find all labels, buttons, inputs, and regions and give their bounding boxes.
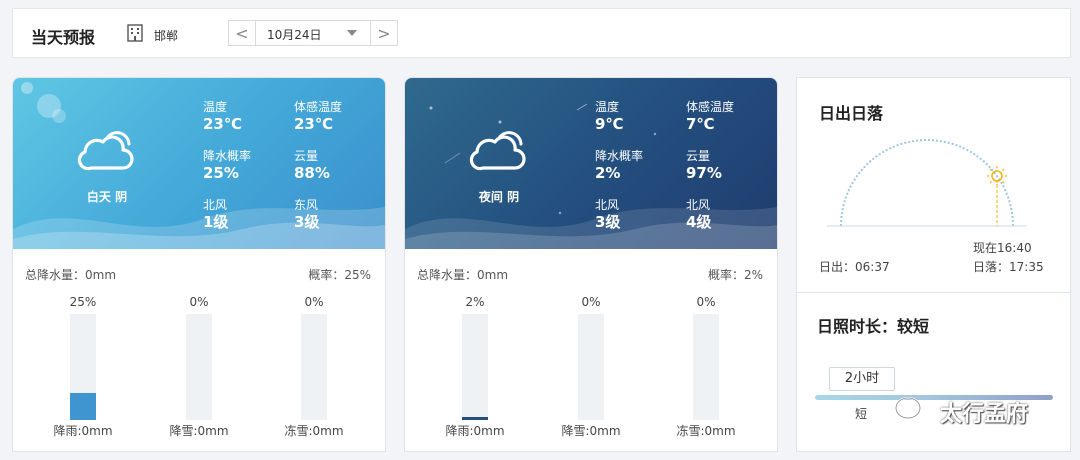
day-period-label: 白天 阴 [86, 190, 128, 204]
stat-cloud-cover: 云量 97% [686, 149, 722, 182]
total-precip: 总降水量：0mm [417, 268, 509, 282]
duration-level-label: 短 [855, 407, 868, 421]
wave-decoration [405, 207, 777, 249]
sun-arc [827, 139, 1027, 227]
wave-decoration [13, 207, 385, 249]
duration-tooltip: 2小时 [829, 367, 895, 391]
section-title: 日照时长：较短 [817, 317, 930, 336]
page-title: 当天预报 [31, 28, 96, 47]
precip-probability: 概率：25% [308, 268, 371, 282]
stat-cloud-cover: 云量 88% [294, 149, 330, 182]
precip-probability: 概率：2% [707, 268, 763, 282]
stat-feels-like: 体感温度 7℃ [686, 100, 735, 133]
current-time: 现在16:40 [973, 241, 1032, 255]
stat-temperature: 温度 9℃ [595, 100, 624, 133]
sunrise-time: 日出：06:37 [819, 260, 890, 274]
stat-wind-2: 北风 4级 [686, 198, 712, 231]
day-forecast-panel: 白天 阴 温度 23℃ 体感温度 23℃ 降水概率 25% 云量 88% 北风 1级 东风… [12, 77, 386, 452]
chevron-down-icon[interactable] [347, 30, 357, 36]
cloud-icon [77, 131, 134, 171]
day-banner: 白天 阴 温度 23℃ 体感温度 23℃ 降水概率 25% 云量 88% 北风 1级 东风… [13, 78, 385, 249]
prev-date-button[interactable]: < [229, 21, 256, 45]
date-value[interactable]: 10月24日 [267, 26, 322, 43]
date-selector: < 10月24日 > [228, 20, 398, 46]
sunset-time: 日落：17:35 [973, 260, 1044, 274]
city-name[interactable]: 邯郸 [154, 27, 178, 44]
night-forecast-panel: 夜间 阴 温度 9℃ 体感温度 7℃ 降水概率 2% 云量 97% 北风 3级 北风 4级 … [404, 77, 778, 452]
stat-wind-2: 东风 3级 [294, 198, 320, 231]
forecast-header: 当天预报 邯郸 < 10月24日 > [12, 8, 1071, 58]
cloud-icon [469, 131, 526, 171]
stat-precip-probability: 降水概率 2% [595, 149, 644, 182]
stat-precip-probability: 降水概率 25% [203, 149, 252, 182]
section-title: 日出日落 [819, 104, 884, 123]
total-precip: 总降水量：0mm [25, 268, 117, 282]
sunrise-sunset-panel: 日出日落 现在16:40 日出：06:37 日落：17:35 [796, 77, 1071, 293]
stat-feels-like: 体感温度 23℃ [294, 100, 343, 133]
stat-wind-1: 北风 3级 [595, 198, 621, 231]
night-period-label: 夜间 阴 [478, 190, 520, 204]
building-icon [127, 24, 143, 42]
next-date-button[interactable]: > [370, 21, 397, 45]
watermark-text: 太行孟府 [940, 402, 1029, 427]
stat-wind-1: 北风 1级 [203, 198, 229, 231]
night-banner: 夜间 阴 温度 9℃ 体感温度 7℃ 降水概率 2% 云量 97% 北风 3级 北风 4级 [405, 78, 777, 249]
stat-temperature: 温度 23℃ [203, 100, 243, 133]
